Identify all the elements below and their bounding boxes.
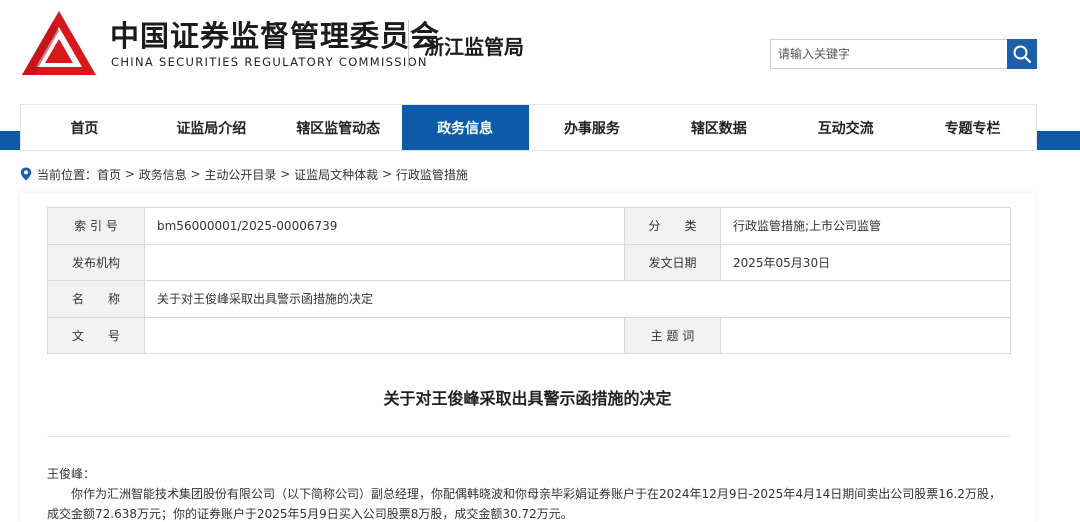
doc-name-label: 名 称 <box>47 280 145 318</box>
category-value: 行政监管措施;上市公司监管 <box>720 207 1011 245</box>
nav-item-home[interactable]: 首页 <box>21 105 148 150</box>
nav-item-regional-data[interactable]: 辖区数据 <box>655 105 782 150</box>
breadcrumb-separator: > <box>378 167 396 181</box>
document-salutation: 王俊峰： <box>47 467 96 481</box>
search-input[interactable] <box>771 40 1007 68</box>
issue-date-label: 发文日期 <box>624 243 721 281</box>
org-name-cn[interactable]: 中国证券监督管理委员会 <box>110 13 440 55</box>
nav-item-special-topics[interactable]: 专题专栏 <box>909 105 1036 150</box>
breadcrumb-prefix: 当前位置： <box>37 167 98 182</box>
table-row: 索 引 号 bm56000001/2025-00006739 分 类 行政监管措… <box>47 207 1011 245</box>
location-pin-icon <box>20 167 32 181</box>
document-paragraph: 你作为汇洲智能技术集团股份有限公司（以下简称公司）副总经理，你配偶韩晓波和你母亲… <box>47 487 1001 521</box>
index-number-value: bm56000001/2025-00006739 <box>144 207 625 245</box>
document-meta-table: 索 引 号 bm56000001/2025-00006739 分 类 行政监管措… <box>47 207 1011 354</box>
org-name-en: CHINA SECURITIES REGULATORY COMMISSION <box>111 55 428 69</box>
search-button[interactable] <box>1007 39 1037 69</box>
breadcrumb: 当前位置： 首页 > 政务信息 > 主动公开目录 > 证监局文种体裁 > 行政监… <box>20 165 468 183</box>
issue-date-value: 2025年05月30日 <box>720 243 1011 281</box>
table-row: 发布机构 发文日期 2025年05月30日 <box>47 243 1011 281</box>
content-panel: 索 引 号 bm56000001/2025-00006739 分 类 行政监管措… <box>20 193 1035 522</box>
search-icon <box>1013 45 1032 64</box>
breadcrumb-separator: > <box>276 167 295 181</box>
publisher-label: 发布机构 <box>47 243 145 281</box>
publisher-value <box>144 243 625 281</box>
doc-name-value: 关于对王俊峰采取出具警示函措施的决定 <box>144 280 1011 318</box>
document-divider <box>47 436 1010 437</box>
nav-item-interaction[interactable]: 互动交流 <box>782 105 909 150</box>
nav-item-services[interactable]: 办事服务 <box>529 105 656 150</box>
nav-item-regional-news[interactable]: 辖区监管动态 <box>275 105 402 150</box>
breadcrumb-item-public-catalog[interactable]: 主动公开目录 <box>204 166 276 183</box>
breadcrumb-item-admin-measures[interactable]: 行政监管措施 <box>396 166 468 183</box>
breadcrumb-separator: > <box>121 167 139 181</box>
page: 中国证券监督管理委员会 CHINA SECURITIES REGULATORY … <box>0 0 1080 522</box>
nav-item-bureau-intro[interactable]: 证监局介绍 <box>148 105 275 150</box>
keywords-label: 主 题 词 <box>624 316 721 354</box>
table-row: 文 号 主 题 词 <box>47 316 1011 354</box>
breadcrumb-separator: > <box>186 167 205 181</box>
keywords-value <box>720 316 1011 354</box>
site-header: 中国证券监督管理委员会 CHINA SECURITIES REGULATORY … <box>0 0 1080 105</box>
breadcrumb-item-government-info[interactable]: 政务信息 <box>139 166 187 183</box>
document-body: 王俊峰： 你作为汇洲智能技术集团股份有限公司（以下简称公司）副总经理，你配偶韩晓… <box>47 464 1010 522</box>
breadcrumb-item-home[interactable]: 首页 <box>97 166 121 183</box>
document-title: 关于对王俊峰采取出具警示函措施的决定 <box>383 389 672 408</box>
nav-item-government-info[interactable]: 政务信息 <box>401 105 529 150</box>
csrc-logo-icon[interactable] <box>20 9 98 79</box>
table-row: 名 称 关于对王俊峰采取出具警示函措施的决定 <box>47 280 1011 318</box>
main-nav: 首页 证监局介绍 辖区监管动态 政务信息 办事服务 辖区数据 互动交流 专题专栏 <box>21 105 1036 150</box>
doc-number-value <box>144 316 625 354</box>
search-box <box>770 39 1008 69</box>
doc-number-label: 文 号 <box>47 316 145 354</box>
breadcrumb-item-document-types[interactable]: 证监局文种体裁 <box>294 166 378 183</box>
index-number-label: 索 引 号 <box>47 207 145 245</box>
category-label: 分 类 <box>624 207 721 245</box>
bureau-name[interactable]: 浙江监管局 <box>424 31 524 60</box>
header-divider <box>408 20 409 68</box>
